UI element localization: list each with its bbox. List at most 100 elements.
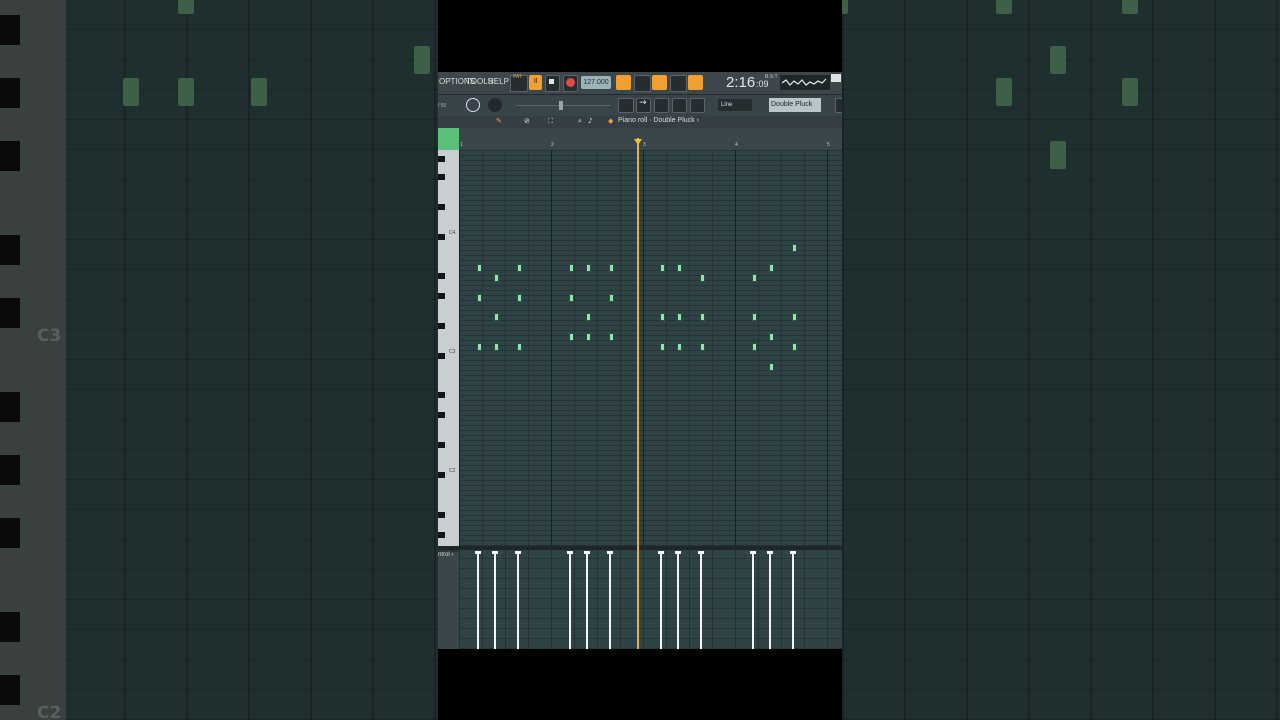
note[interactable] [477,343,482,351]
black-key[interactable] [438,442,445,448]
note[interactable] [769,333,774,341]
note[interactable] [792,313,797,321]
note[interactable] [752,274,757,282]
next-button[interactable]: → [636,98,651,113]
timeline-corner [438,128,459,150]
metronome-button[interactable] [616,75,631,90]
speaker-icon[interactable]: ♪ [588,117,592,125]
delete-icon[interactable]: ⊘ [524,117,530,125]
note[interactable] [517,264,522,272]
note[interactable] [677,264,682,272]
note[interactable] [586,333,591,341]
note[interactable] [752,313,757,321]
velocity-bar[interactable] [658,551,664,649]
note[interactable] [494,313,499,321]
link-button[interactable] [672,98,687,113]
note[interactable] [792,244,797,252]
menu-button[interactable] [835,98,842,113]
background-key-label: C2 [37,703,62,720]
note[interactable] [677,343,682,351]
select-icon[interactable]: ⛶ [548,117,553,126]
note-grid[interactable] [459,150,842,546]
note[interactable] [660,343,665,351]
velocity-bar[interactable] [475,551,481,649]
black-key[interactable] [438,472,445,478]
note[interactable] [477,294,482,302]
velocity-bar[interactable] [607,551,613,649]
pause-button[interactable]: ॥ [529,75,542,90]
note[interactable] [586,264,591,272]
browser-button[interactable] [690,98,705,113]
note[interactable] [700,343,705,351]
pencil-icon[interactable]: ✎ [496,117,502,125]
black-key[interactable] [438,532,445,538]
note[interactable] [569,264,574,272]
note[interactable] [660,313,665,321]
note[interactable] [609,333,614,341]
time-unit: B:S:T [765,74,778,80]
note[interactable] [769,363,774,371]
note[interactable] [609,294,614,302]
instrument-select[interactable]: Double Pluck [769,98,821,112]
tempo-display[interactable]: 127.000 [581,76,611,89]
snap-select[interactable]: Line [718,99,752,111]
note[interactable] [477,264,482,272]
playhead-marker-icon[interactable] [634,139,642,145]
menu-help[interactable]: HELP [488,77,509,86]
black-key[interactable] [438,323,445,329]
velocity-bar[interactable] [515,551,521,649]
control-label[interactable]: ntrol › [438,552,453,558]
countdown-button[interactable] [652,75,667,90]
step-edit-button[interactable] [670,75,687,92]
master-slider-handle[interactable] [559,101,563,110]
note[interactable] [700,313,705,321]
note[interactable] [609,264,614,272]
note[interactable] [494,343,499,351]
velocity-bar[interactable] [492,551,498,649]
black-key[interactable] [438,273,445,279]
note[interactable] [792,343,797,351]
master-volume-knob[interactable] [466,98,480,112]
playhead[interactable] [637,138,639,649]
wait-button[interactable] [634,75,651,92]
loop-record-button[interactable] [688,75,703,90]
piano-roll-button[interactable] [618,98,634,113]
black-key[interactable] [438,392,445,398]
note[interactable] [660,264,665,272]
black-key[interactable] [438,234,445,240]
velocity-bar[interactable] [567,551,573,649]
note[interactable] [517,343,522,351]
velocity-bar[interactable] [750,551,756,649]
pattern-song-toggle[interactable]: PAT [510,74,528,92]
black-key[interactable] [438,512,445,518]
note[interactable] [677,313,682,321]
record-button[interactable] [563,75,578,92]
velocity-bar[interactable] [790,551,796,649]
velocity-bar[interactable] [675,551,681,649]
note[interactable] [494,274,499,282]
plugin-button[interactable] [654,98,669,113]
note[interactable] [700,274,705,282]
black-key[interactable] [438,174,445,180]
velocity-bar[interactable] [584,551,590,649]
note[interactable] [586,313,591,321]
stop-button[interactable] [545,75,560,92]
note[interactable] [569,294,574,302]
master-slider-track [516,105,611,106]
velocity-bar[interactable] [698,551,704,649]
black-key[interactable] [438,156,445,162]
black-key[interactable] [438,353,445,359]
note[interactable] [517,294,522,302]
note[interactable] [769,264,774,272]
master-pitch-knob[interactable] [488,98,502,112]
black-key[interactable] [438,412,445,418]
zoom-icon[interactable]: ⌕ [578,117,582,126]
song-time: 2:16 [726,74,756,91]
black-key[interactable] [438,204,445,210]
black-key[interactable] [438,293,445,299]
velocity-bar[interactable] [767,551,773,649]
toolbar2-label: / 50 [438,103,447,109]
piano-keyboard[interactable]: C4 C3 C2 [438,150,459,546]
note[interactable] [569,333,574,341]
note[interactable] [752,343,757,351]
